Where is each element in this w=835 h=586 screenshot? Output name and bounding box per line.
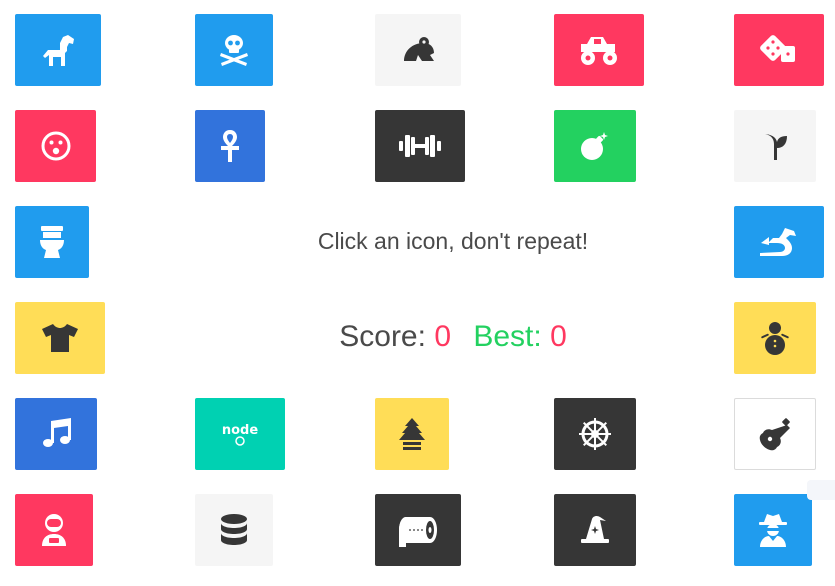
tile-dragon[interactable]: [734, 206, 824, 278]
tile-monster-truck[interactable]: [554, 14, 644, 86]
surprised-face-icon: [41, 131, 70, 161]
toilet-paper-icon: [399, 517, 437, 547]
dumbbell-icon: [399, 135, 441, 157]
dice-icon: [760, 35, 795, 62]
toilet-icon: [40, 226, 64, 258]
tile-tree[interactable]: [375, 398, 449, 470]
score-value: 0: [434, 320, 451, 353]
tile-database[interactable]: [195, 494, 273, 566]
monster-truck-icon: [581, 37, 617, 65]
best-value: 0: [550, 320, 567, 353]
tile-toilet-paper[interactable]: [375, 494, 461, 566]
score-label: Score:: [339, 320, 426, 353]
tile-horse[interactable]: [15, 14, 101, 86]
best-label: Best:: [473, 320, 542, 353]
ankh-icon: [221, 130, 239, 162]
tile-skull-crossbones[interactable]: [195, 14, 273, 86]
seedling-icon: [763, 134, 787, 160]
snowman-icon: [761, 322, 789, 355]
tile-guitar[interactable]: [734, 398, 816, 470]
score-display: Score: 0 Best: 0: [200, 320, 706, 354]
dragon-icon: [760, 228, 796, 256]
tile-user-secret[interactable]: [734, 494, 812, 566]
tile-hat-wizard[interactable]: [554, 494, 636, 566]
tile-dharmachakra[interactable]: [554, 398, 636, 470]
tile-bomb[interactable]: [554, 110, 636, 182]
tile-music[interactable]: [15, 398, 97, 470]
music-icon: [43, 418, 71, 447]
user-secret-icon: [759, 514, 787, 547]
tile-user-astronaut[interactable]: [15, 494, 93, 566]
tshirt-icon: [42, 324, 78, 352]
database-icon: [221, 514, 247, 545]
tile-toilet[interactable]: [15, 206, 89, 278]
tile-frog[interactable]: [375, 14, 461, 86]
tile-snowman[interactable]: [734, 302, 816, 374]
tree-icon: [399, 418, 425, 450]
hat-wizard-icon: [581, 515, 609, 543]
tile-tshirt[interactable]: [15, 302, 105, 374]
tile-dice[interactable]: [734, 14, 824, 86]
frog-icon: [404, 37, 434, 61]
tile-surprised-face[interactable]: [15, 110, 96, 182]
tile-dumbbell[interactable]: [375, 110, 465, 182]
edge-shadow: [807, 480, 835, 500]
instruction-text: Click an icon, don't repeat!: [317, 228, 589, 254]
node-js-icon: node: [222, 423, 258, 446]
svg-text:node: node: [222, 423, 258, 438]
tile-seedling[interactable]: [734, 110, 816, 182]
tile-node-js[interactable]: node: [195, 398, 285, 470]
user-astronaut-icon: [42, 514, 66, 546]
guitar-icon: [759, 418, 790, 451]
bomb-icon: [581, 132, 608, 160]
horse-icon: [43, 35, 74, 66]
skull-crossbones-icon: [220, 35, 248, 66]
tile-ankh[interactable]: [195, 110, 265, 182]
dharmachakra-icon: [579, 418, 611, 450]
